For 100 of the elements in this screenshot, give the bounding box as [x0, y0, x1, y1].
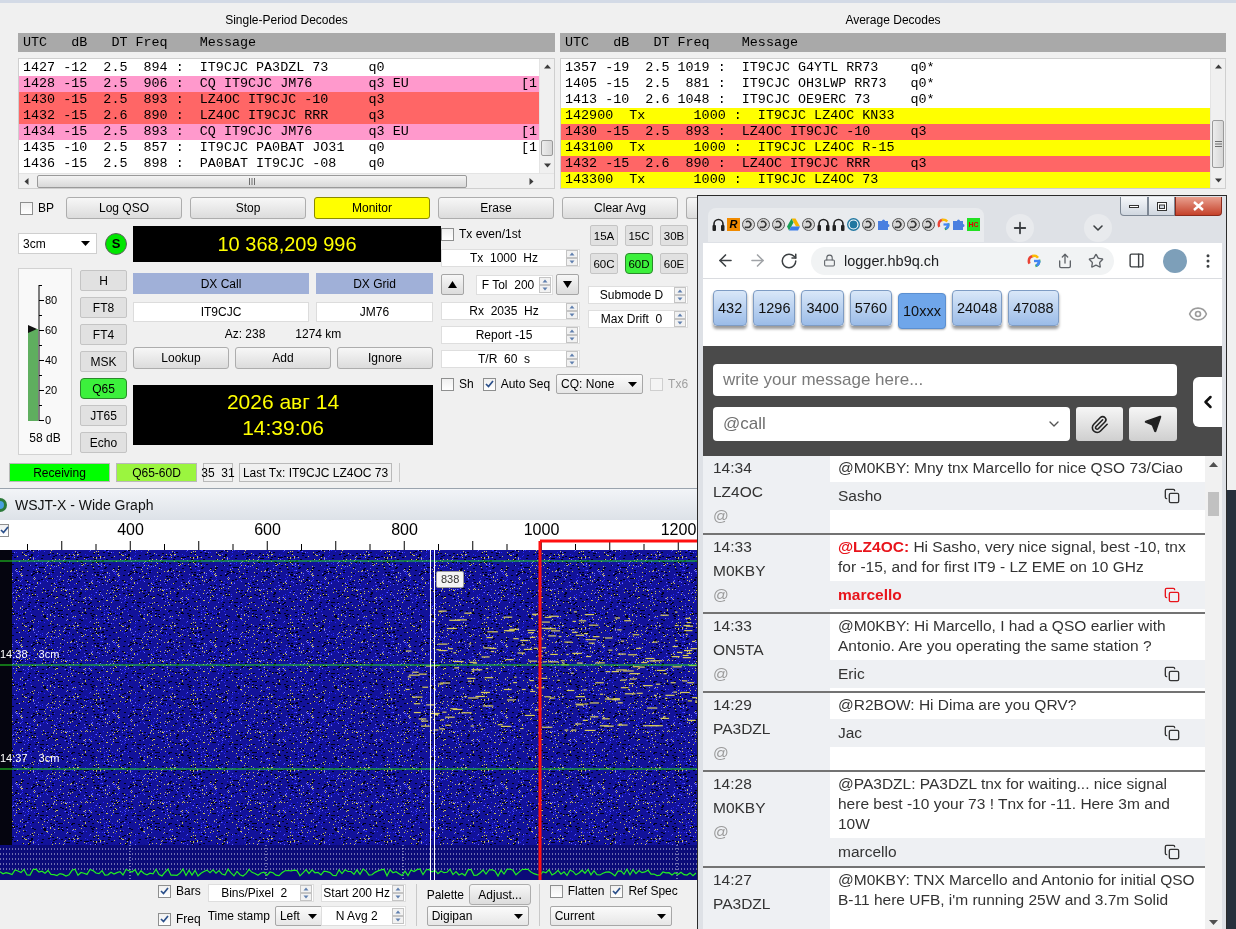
checkbox[interactable]: [441, 227, 454, 241]
band-button[interactable]: 10xxx: [898, 293, 946, 329]
spin-arrows-icon[interactable]: [391, 908, 404, 924]
scroll-thumb[interactable]: [37, 174, 467, 188]
copy-icon[interactable]: [1164, 488, 1180, 504]
attach-button[interactable]: [1076, 407, 1123, 441]
copy-icon[interactable]: [1164, 725, 1180, 741]
spin-box[interactable]: Max Drift 0: [588, 310, 688, 328]
spin-box[interactable]: Start 200 Hz: [320, 884, 406, 902]
down-button[interactable]: [556, 274, 579, 295]
collapse-tab[interactable]: [1193, 377, 1222, 427]
swirl-icon[interactable]: [892, 218, 905, 231]
swirl-icon[interactable]: [772, 218, 785, 231]
dx-button[interactable]: Ignore: [337, 347, 433, 369]
tab-search-button[interactable]: [1084, 214, 1112, 242]
mode-button[interactable]: Echo: [80, 432, 127, 453]
swirl-icon[interactable]: [862, 218, 875, 231]
spin-arrows-icon[interactable]: [566, 250, 578, 266]
mode-button[interactable]: FT4: [80, 324, 127, 345]
checkbox[interactable]: [158, 912, 171, 926]
mode-button[interactable]: FT8: [80, 297, 127, 318]
spin-arrows-icon[interactable]: [299, 885, 312, 901]
up-button[interactable]: [441, 274, 464, 295]
puzzle-icon[interactable]: [952, 218, 965, 231]
dx-grid-field[interactable]: JM76: [316, 302, 433, 322]
share-icon[interactable]: [1057, 252, 1073, 269]
dx-call-field[interactable]: IT9CJC: [133, 302, 309, 322]
band-button[interactable]: 3400: [801, 290, 844, 326]
side-panel-icon[interactable]: [1128, 252, 1145, 269]
reload-icon[interactable]: [780, 251, 798, 270]
band-button[interactable]: 1296: [753, 290, 796, 326]
minimize-button[interactable]: [1120, 197, 1148, 216]
checkbox[interactable]: [549, 884, 563, 898]
close-button[interactable]: [1175, 197, 1222, 216]
checkbox[interactable]: [482, 377, 496, 391]
headset-icon[interactable]: [712, 218, 725, 231]
swirl-icon[interactable]: [742, 218, 755, 231]
submode-button[interactable]: 15C: [625, 225, 653, 246]
spin-box[interactable]: Report -15: [441, 326, 580, 344]
new-tab-button[interactable]: [1006, 214, 1034, 242]
star-icon[interactable]: [1088, 252, 1104, 269]
scroll-thumb[interactable]: [541, 140, 553, 156]
dx-button[interactable]: Lookup: [133, 347, 229, 369]
submode-button[interactable]: 60E: [660, 253, 688, 274]
avatar[interactable]: [1163, 248, 1187, 273]
spin-box[interactable]: T/R 60 s: [441, 350, 580, 368]
dropdown[interactable]: Digipan: [426, 906, 529, 926]
action-button[interactable]: Stop: [190, 197, 306, 219]
spin-box[interactable]: Tx 1000 Hz: [441, 249, 580, 267]
action-button[interactable]: Erase: [438, 197, 554, 219]
copy-icon[interactable]: [1164, 666, 1180, 682]
band-button[interactable]: 432: [713, 290, 748, 326]
mode-button[interactable]: MSK: [80, 351, 127, 372]
mode-button[interactable]: JT65: [80, 405, 127, 426]
spin-box[interactable]: N Avg 2: [320, 906, 406, 926]
dropdown[interactable]: Current: [549, 906, 672, 926]
band-button[interactable]: 5760: [849, 290, 892, 326]
swirl-icon[interactable]: [757, 218, 770, 231]
spin-arrows-icon[interactable]: [674, 311, 686, 327]
checkbox[interactable]: [0, 523, 9, 537]
spin-box[interactable]: F Tol 200: [476, 274, 553, 295]
adjust-button[interactable]: Adjust...: [469, 884, 532, 905]
submode-button[interactable]: 15A: [590, 225, 618, 246]
checkbox[interactable]: [610, 884, 624, 898]
band-button[interactable]: 24048: [951, 290, 1003, 326]
checkbox[interactable]: [441, 377, 454, 391]
spin-arrows-icon[interactable]: [391, 885, 404, 901]
scroll-up-button[interactable]: [1209, 462, 1218, 467]
submode-button[interactable]: 60C: [590, 253, 618, 274]
send-button[interactable]: [1129, 407, 1177, 441]
action-button[interactable]: Monitor: [314, 197, 430, 219]
spin-box[interactable]: Submode D: [588, 286, 688, 304]
tx-frequency-marker[interactable]: [538, 539, 697, 880]
submode-button[interactable]: 30B: [660, 225, 688, 246]
scroll-down-button[interactable]: [1209, 920, 1218, 925]
mode-button[interactable]: H: [80, 270, 127, 291]
submode-button[interactable]: 60D: [625, 253, 653, 274]
maximize-button[interactable]: [1148, 197, 1175, 216]
dropdown[interactable]: CQ: None: [556, 374, 644, 394]
scroll-thumb[interactable]: [1208, 492, 1219, 516]
g-logo-icon[interactable]: [1027, 253, 1041, 268]
headset-icon[interactable]: [832, 218, 845, 231]
message-input[interactable]: write your message here...: [713, 364, 1177, 396]
swirl-icon[interactable]: [907, 218, 920, 231]
circle-logo-icon[interactable]: [847, 218, 860, 231]
swirl-icon[interactable]: [922, 218, 935, 231]
spin-arrows-icon[interactable]: [539, 276, 551, 293]
spin-arrows-icon[interactable]: [566, 303, 578, 319]
address-bar[interactable]: logger.hb9q.ch: [811, 246, 1114, 275]
eye-icon[interactable]: [1188, 304, 1208, 324]
band-button[interactable]: 47088: [1008, 290, 1059, 326]
dx-button[interactable]: Add: [235, 347, 331, 369]
band-select[interactable]: 3cm: [18, 233, 97, 254]
spin-arrows-icon[interactable]: [674, 287, 686, 303]
headset-icon[interactable]: [817, 218, 830, 231]
spin-arrows-icon[interactable]: [566, 351, 578, 367]
checkbox[interactable]: [20, 201, 33, 215]
spin-box[interactable]: Bins/Pixel 2: [207, 884, 314, 902]
scroll-thumb[interactable]: [1212, 120, 1224, 168]
spin-box[interactable]: Rx 2035 Hz: [441, 302, 580, 320]
